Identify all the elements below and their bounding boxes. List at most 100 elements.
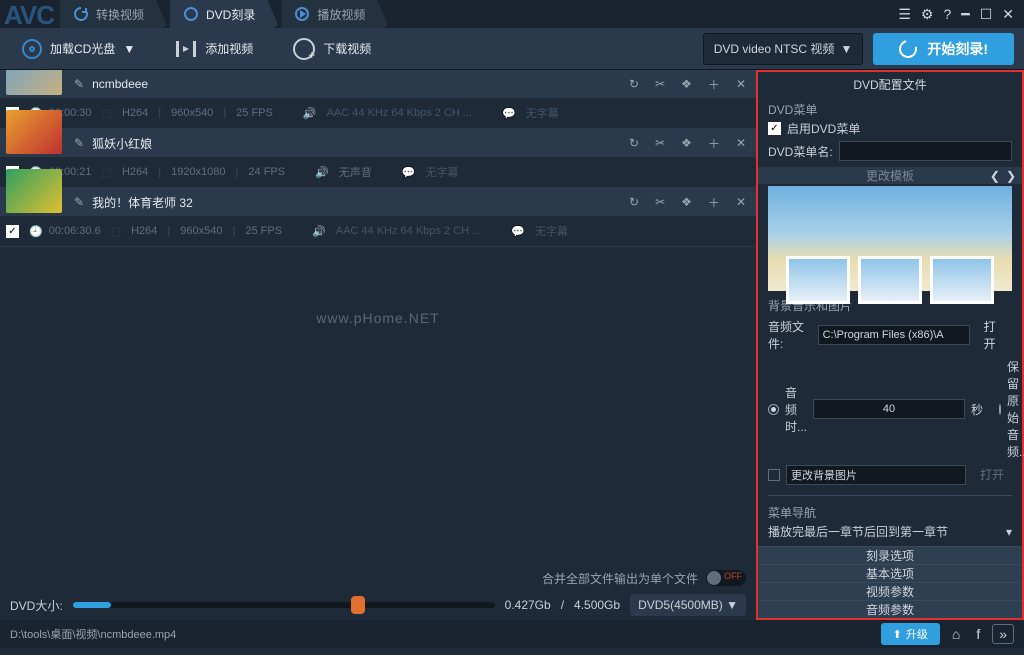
item-meta: ✓ 🕘00:06:30.6 ⬚ H264| 960x540| 25 FPS 🔊 … <box>0 216 756 246</box>
minimize-icon[interactable]: ━ <box>961 6 969 23</box>
logo-watermark: AVC <box>4 0 54 31</box>
accordion-burn[interactable]: 刻录选项 <box>758 546 1022 564</box>
menu-section: DVD菜单 ✓ 启用DVD菜单 DVD菜单名: <box>758 97 1022 167</box>
subtitle-info[interactable]: 无字幕 <box>535 223 568 239</box>
item-header[interactable]: ✎ ncmbdeee ↻ ✂ ❖ ＋ ✕ <box>0 70 756 98</box>
upgrade-label: 升级 <box>906 626 928 642</box>
maximize-icon[interactable]: ☐ <box>980 6 993 23</box>
fx-icon[interactable]: ❖ <box>677 136 696 150</box>
add-icon[interactable]: ＋ <box>704 76 724 93</box>
audio-duration-radio[interactable] <box>768 404 779 415</box>
load-cd-button[interactable]: 加载CD光盘 ▼ <box>4 32 153 66</box>
close-icon[interactable]: ✕ <box>1002 6 1014 23</box>
add-video-icon <box>175 38 197 60</box>
window-controls: ☰ ⚙ ? ━ ☐ ✕ <box>898 6 1024 23</box>
template-next-button[interactable]: ❯ <box>1006 169 1016 183</box>
subtitle-info[interactable]: 无字幕 <box>426 164 459 180</box>
audio-file-label: 音频文件: <box>768 318 812 352</box>
enable-menu-checkbox[interactable]: ✓ <box>768 122 781 135</box>
template-prev-button[interactable]: ❮ <box>990 169 1000 183</box>
cut-icon[interactable]: ✂ <box>651 195 669 209</box>
speaker-icon[interactable]: 🔊 <box>315 166 329 179</box>
list-item: ✎ 我的！体育老师 32 ↻ ✂ ❖ ＋ ✕ ✓ 🕘00:06:30.6 ⬚ H… <box>0 188 756 247</box>
size-knob[interactable] <box>351 596 365 614</box>
fx-icon[interactable]: ❖ <box>677 77 696 91</box>
tab-play[interactable]: 播放视频 <box>281 0 389 28</box>
audio-file-input[interactable] <box>818 325 970 345</box>
upgrade-button[interactable]: ⬆ 升级 <box>881 623 940 645</box>
cut-icon[interactable]: ✂ <box>651 136 669 150</box>
speaker-icon[interactable]: 🔊 <box>303 107 317 120</box>
resolution: 960x540 <box>180 225 222 237</box>
edit-icon[interactable]: ✎ <box>74 77 84 91</box>
loop-icon[interactable]: ↻ <box>625 195 643 209</box>
bg-image-input[interactable] <box>786 465 966 485</box>
subtitle-icon[interactable]: 💬 <box>402 166 416 179</box>
item-title: 狐妖小红娘 <box>92 135 617 152</box>
size-slider[interactable] <box>73 602 495 608</box>
change-bg-checkbox[interactable] <box>768 469 780 481</box>
enable-menu-label: 启用DVD菜单 <box>787 120 860 137</box>
edit-icon[interactable]: ✎ <box>74 195 84 209</box>
loop-icon[interactable]: ↻ <box>625 77 643 91</box>
edit-icon[interactable]: ✎ <box>74 136 84 150</box>
size-used: 0.427Gb <box>505 598 551 612</box>
codec: H264 <box>122 107 148 119</box>
profile-label: DVD video NTSC 视频 <box>714 40 835 57</box>
resolution: 960x540 <box>171 107 213 119</box>
accordion-basic[interactable]: 基本选项 <box>758 564 1022 582</box>
home-icon[interactable]: ⌂ <box>948 626 964 642</box>
add-icon[interactable]: ＋ <box>704 135 724 152</box>
remove-icon[interactable]: ✕ <box>732 136 750 150</box>
divider <box>768 495 1012 496</box>
cut-icon[interactable]: ✂ <box>651 77 669 91</box>
add-video-button[interactable]: 添加视频 <box>157 32 271 66</box>
accordion-audio[interactable]: 音频参数 <box>758 600 1022 618</box>
facebook-icon[interactable]: f <box>972 626 984 642</box>
gear-icon[interactable]: ⚙ <box>921 6 934 23</box>
remove-icon[interactable]: ✕ <box>732 195 750 209</box>
loop-icon[interactable]: ↻ <box>625 136 643 150</box>
speaker-icon[interactable]: 🔊 <box>312 225 326 238</box>
add-icon[interactable]: ＋ <box>704 194 724 211</box>
menu-icon[interactable]: ☰ <box>898 6 911 23</box>
tab-dvd[interactable]: DVD刻录 <box>170 0 279 28</box>
accordion-video[interactable]: 视频参数 <box>758 582 1022 600</box>
audio-dur-input[interactable] <box>813 399 965 419</box>
change-template-label[interactable]: 更改模板 <box>866 167 914 184</box>
nav-option-select[interactable]: 播放完最后一章节后回到第一章节 ▾ <box>768 521 1012 542</box>
fx-icon[interactable]: ❖ <box>677 195 696 209</box>
item-header[interactable]: ✎ 狐妖小红娘 ↻ ✂ ❖ ＋ ✕ <box>0 129 756 157</box>
tab-convert[interactable]: 转换视频 <box>60 0 168 28</box>
status-bar: D:\tools\桌面\视频\ncmbdeee.mp4 ⬆ 升级 ⌂ f » <box>0 620 1024 648</box>
subtitle-icon[interactable]: 💬 <box>502 107 516 120</box>
thumbnail <box>6 169 62 213</box>
audio-dur-unit: 秒 <box>971 401 983 418</box>
audio-info[interactable]: 无声音 <box>339 164 372 180</box>
tab-label: 播放视频 <box>317 6 365 23</box>
disc-type-select[interactable]: DVD5(4500MB) ▼ <box>630 594 746 616</box>
item-checkbox[interactable]: ✓ <box>6 225 19 238</box>
download-video-button[interactable]: 下载视频 <box>275 32 389 66</box>
more-button[interactable]: » <box>992 624 1014 644</box>
template-preview[interactable] <box>768 186 1012 291</box>
output-profile-select[interactable]: DVD video NTSC 视频 ▼ <box>703 33 864 65</box>
item-meta: ✓ 🕘00:00:21 ⬚ H264| 1920x1080| 24 FPS 🔊 … <box>0 157 756 187</box>
refresh-icon <box>74 7 88 21</box>
open-audio-button[interactable]: 打开 <box>976 316 1012 354</box>
audio-info[interactable]: AAC 44 KHz 64 Kbps 2 CH ... <box>336 225 482 237</box>
keep-original-radio[interactable] <box>999 404 1001 415</box>
subtitle-icon[interactable]: 💬 <box>511 225 525 238</box>
help-icon[interactable]: ? <box>943 6 951 23</box>
tab-label: 转换视频 <box>96 6 144 23</box>
item-header[interactable]: ✎ 我的！体育老师 32 ↻ ✂ ❖ ＋ ✕ <box>0 188 756 216</box>
preview-frame <box>930 256 994 304</box>
merge-toggle[interactable] <box>706 570 746 586</box>
dvd-config-panel: DVD配置文件 DVD菜单 ✓ 启用DVD菜单 DVD菜单名: 更改模板 ❮ ❯ <box>756 70 1024 620</box>
audio-info[interactable]: AAC 44 KHz 64 Kbps 2 CH ... <box>327 107 473 119</box>
start-burn-button[interactable]: 开始刻录! <box>873 33 1014 65</box>
codec: H264 <box>131 225 157 237</box>
remove-icon[interactable]: ✕ <box>732 77 750 91</box>
subtitle-info[interactable]: 无字幕 <box>526 105 559 121</box>
menu-name-input[interactable] <box>839 141 1012 161</box>
